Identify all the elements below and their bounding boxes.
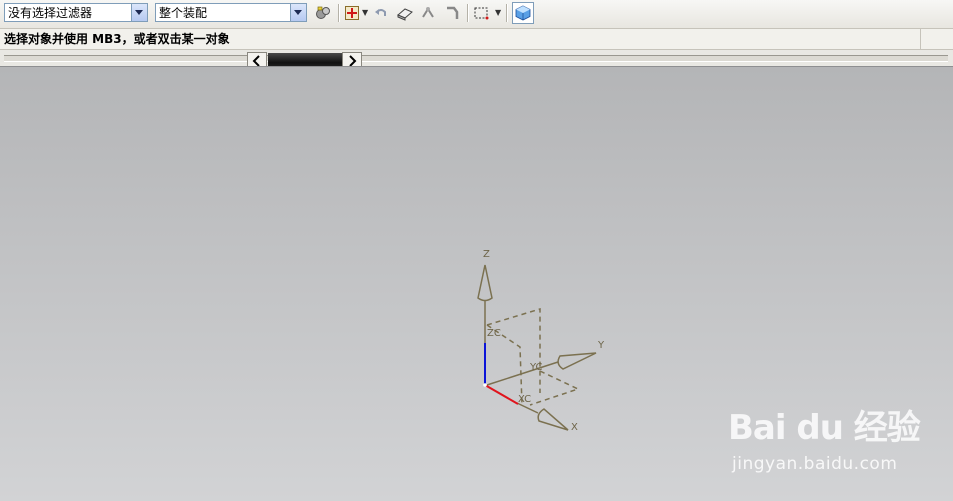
toolbar: 没有选择过滤器 整个装配 ▼ ▼ <box>0 0 953 29</box>
origin-marker <box>483 383 487 387</box>
work-plane-dashed <box>486 307 541 393</box>
selection-filter-dropdown[interactable]: 没有选择过滤器 <box>4 3 148 22</box>
x-axis-label: X <box>571 422 578 433</box>
show-hide-icon <box>422 7 434 18</box>
baidu-watermark: Bai du 经验 jingyan.baidu.com <box>728 396 921 480</box>
watermark-url: jingyan.baidu.com <box>732 454 898 474</box>
z-axis-label: Z <box>483 249 490 260</box>
undo-selection-button[interactable] <box>371 3 391 23</box>
select-feature-button[interactable] <box>442 3 462 23</box>
rectangle-select-icon <box>474 7 489 20</box>
y-axis-label: Y <box>598 340 605 351</box>
status-bar: 选择对象并使用 MB3，或者双击某一对象 <box>0 29 953 50</box>
x-axis-cone <box>537 408 569 431</box>
z-axis-cone <box>477 264 493 302</box>
y-axis-cone <box>557 352 597 370</box>
zc-axis-label: ZC <box>487 328 501 339</box>
show-hide-button[interactable] <box>418 3 438 23</box>
xc-axis-line <box>484 384 519 405</box>
filter-settings-icon <box>316 6 330 19</box>
prompt-text: 选择对象并使用 MB3，或者双击某一对象 <box>4 32 230 46</box>
view-cube-button[interactable] <box>512 2 534 24</box>
eraser-icon <box>397 8 413 21</box>
eraser-button[interactable] <box>395 3 415 23</box>
view-cube-icon <box>515 5 531 21</box>
rectangle-select-button[interactable] <box>471 3 491 23</box>
chevron-down-icon[interactable] <box>290 4 306 21</box>
status-panel <box>920 29 953 49</box>
selection-scope-dropdown[interactable]: 整个装配 <box>155 3 307 22</box>
watermark-logo: Bai du 经验 <box>728 408 921 448</box>
toolbar-separator <box>506 4 507 22</box>
y-axis-line <box>486 361 559 386</box>
xc-axis-label: XC <box>518 394 532 405</box>
work-plane-dashed <box>529 370 581 406</box>
yc-axis-label: YC <box>530 362 543 373</box>
selection-filter-value: 没有选择过滤器 <box>8 6 93 20</box>
toolbar-separator <box>467 4 468 22</box>
chevron-down-icon[interactable] <box>131 4 147 21</box>
select-feature-icon <box>447 6 459 19</box>
snap-options-dropdown[interactable]: ▼ <box>362 4 370 22</box>
undo-selection-icon <box>375 9 386 16</box>
filter-settings-button[interactable] <box>313 3 333 23</box>
snap-point-icon <box>345 6 359 20</box>
snap-point-button[interactable] <box>342 3 362 23</box>
rectangle-select-dropdown[interactable]: ▼ <box>495 4 503 22</box>
toolbar-separator <box>338 4 339 22</box>
scroll-track[interactable] <box>4 55 948 62</box>
selection-scope-value: 整个装配 <box>159 6 208 20</box>
